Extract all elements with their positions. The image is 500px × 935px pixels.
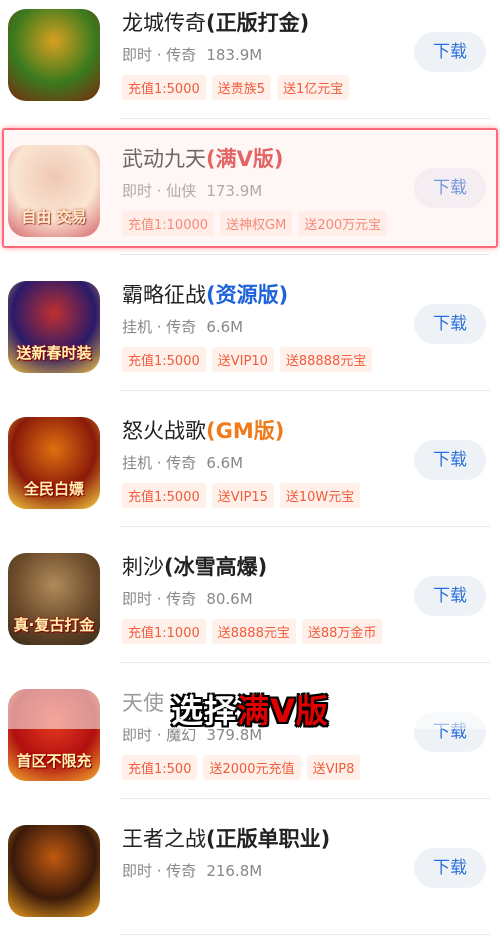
perk-tags: 充值1:5000 送贵族5 送1亿元宝 <box>122 75 355 100</box>
icon-label: 全民白嫖 <box>23 480 84 498</box>
caption-part1: 选择 <box>171 692 238 730</box>
game-category: 即时 · 传奇 <box>122 46 197 64</box>
balue-zhengzhan-icon[interactable]: 送新春时装 <box>8 281 100 373</box>
perk-tag: 送2000元充值 <box>203 755 301 780</box>
game-meta: 挂机 · 传奇 6.6M <box>122 316 243 337</box>
selected-item-highlight <box>2 128 498 248</box>
perk-tag: 充值1:5000 <box>122 75 206 100</box>
game-list-item[interactable]: 王者之战(正版单职业) 即时 · 传奇 216.8M 下载 <box>0 799 500 935</box>
game-edition: (资源版) <box>206 283 289 307</box>
game-title[interactable]: 怒火战歌(GM版) <box>122 415 284 445</box>
download-button[interactable]: 下载 <box>414 32 486 72</box>
perk-tag: 送8888元宝 <box>211 619 296 644</box>
wangzhe-zhizhan-icon[interactable] <box>8 825 100 917</box>
game-title[interactable]: 刺沙(冰雪高爆) <box>122 551 267 581</box>
icon-label: 送新春时装 <box>16 344 92 362</box>
download-button[interactable]: 下载 <box>414 304 486 344</box>
perk-tag: 送VIP8 <box>306 755 361 780</box>
perk-tag: 充值1:1000 <box>122 619 206 644</box>
game-edition: (冰雪高爆) <box>164 555 268 579</box>
cisha-icon[interactable]: 真·复古打金 <box>8 553 100 645</box>
game-title[interactable]: 王者之战(正版单职业) <box>122 823 330 853</box>
game-meta: 即时 · 传奇 80.6M <box>122 588 253 609</box>
game-name: 刺沙 <box>122 555 164 579</box>
perk-tag: 送VIP10 <box>211 347 274 372</box>
game-list-item[interactable]: 真·复古打金 刺沙(冰雪高爆) 即时 · 传奇 80.6M 充值1:1000 送8888元… <box>0 527 500 663</box>
game-size: 183.9M <box>206 46 263 64</box>
video-caption: 选择满V版 <box>0 686 500 732</box>
game-size: 80.6M <box>206 590 253 608</box>
game-category: 即时 · 传奇 <box>122 590 197 608</box>
perk-tag: 充值1:5000 <box>122 347 206 372</box>
game-meta: 即时 · 传奇 183.9M <box>122 44 262 65</box>
game-edition: (GM版) <box>206 419 285 443</box>
download-button[interactable]: 下载 <box>414 576 486 616</box>
perk-tags: 充值1:5000 送VIP15 送10W元宝 <box>122 483 366 508</box>
perk-tags: 充值1:5000 送VIP10 送88888元宝 <box>122 347 378 372</box>
game-meta: 挂机 · 传奇 6.6M <box>122 452 243 473</box>
longcheng-chuanqi-icon[interactable] <box>8 9 100 101</box>
perk-tag: 送88888元宝 <box>279 347 373 372</box>
game-category: 挂机 · 传奇 <box>122 318 197 336</box>
game-edition: (正版单职业) <box>206 827 331 851</box>
perk-tags: 充值1:500 送2000元充值 送VIP8 <box>122 755 366 780</box>
perk-tag: 送88万金币 <box>301 619 383 644</box>
game-size: 6.6M <box>206 454 244 472</box>
game-size: 6.6M <box>206 318 244 336</box>
perk-tag: 送10W元宝 <box>279 483 361 508</box>
game-name: 王者之战 <box>122 827 206 851</box>
game-category: 挂机 · 传奇 <box>122 454 197 472</box>
game-name: 龙城传奇 <box>122 11 206 35</box>
caption-part2: 满V版 <box>237 692 329 730</box>
game-list-item[interactable]: 全民白嫖 怒火战歌(GM版) 挂机 · 传奇 6.6M 充值1:5000 送VIP15 送1… <box>0 391 500 527</box>
download-button[interactable]: 下载 <box>414 440 486 480</box>
game-size: 216.8M <box>206 862 263 880</box>
game-edition: (正版打金) <box>206 11 310 35</box>
game-list-item[interactable]: 龙城传奇(正版打金) 即时 · 传奇 183.9M 充值1:5000 送贵族5 送1亿元宝… <box>0 0 500 119</box>
game-name: 霸略征战 <box>122 283 206 307</box>
game-title[interactable]: 霸略征战(资源版) <box>122 279 288 309</box>
nuhuo-zhange-icon[interactable]: 全民白嫖 <box>8 417 100 509</box>
perk-tag: 充值1:5000 <box>122 483 206 508</box>
perk-tags: 充值1:1000 送8888元宝 送88万金币 <box>122 619 388 644</box>
icon-label: 真·复古打金 <box>13 616 95 634</box>
game-meta: 即时 · 传奇 216.8M <box>122 860 262 881</box>
download-button[interactable]: 下载 <box>414 848 486 888</box>
game-title[interactable]: 龙城传奇(正版打金) <box>122 7 309 37</box>
perk-tag: 送1亿元宝 <box>277 75 350 100</box>
game-list-item[interactable]: 送新春时装 霸略征战(资源版) 挂机 · 传奇 6.6M 充值1:5000 送VIP10 送… <box>0 255 500 391</box>
perk-tag: 送贵族5 <box>211 75 272 100</box>
icon-label: 首区不限充 <box>16 752 92 770</box>
perk-tag: 送VIP15 <box>211 483 274 508</box>
perk-tag: 充值1:500 <box>122 755 198 780</box>
game-category: 即时 · 传奇 <box>122 862 197 880</box>
game-name: 怒火战歌 <box>122 419 206 443</box>
